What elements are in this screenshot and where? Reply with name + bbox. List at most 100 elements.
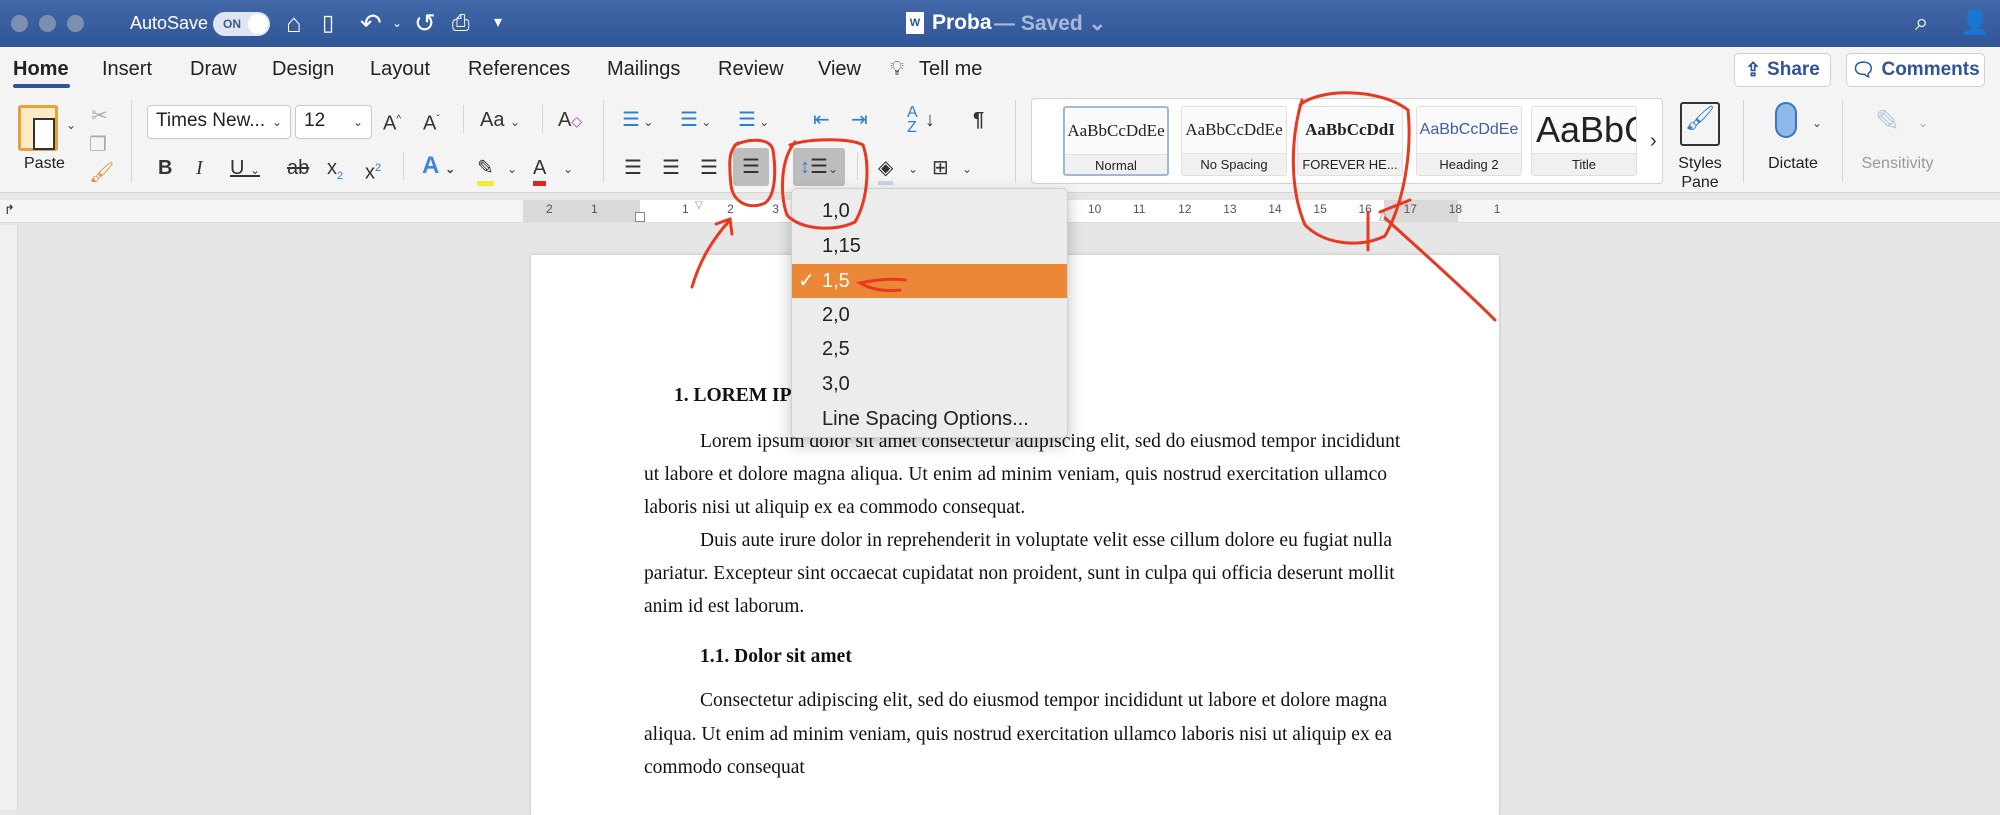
borders-icon[interactable]: ⊞ xyxy=(932,155,949,181)
para3-line3[interactable]: commodo consequat xyxy=(644,757,805,779)
autosave-toggle[interactable]: ON xyxy=(213,12,270,36)
tab-references[interactable]: References xyxy=(468,58,570,81)
ruler-left-margin xyxy=(523,200,640,222)
justify-button[interactable]: ☰ xyxy=(733,148,769,186)
menu-item-2-5[interactable]: 2,5 xyxy=(792,332,1067,366)
para1-line2[interactable]: ut labore et dolore magna aliqua. Ut eni… xyxy=(644,464,1387,486)
dictate-chevron-icon[interactable]: ⌄ xyxy=(1812,116,1822,130)
tab-insert[interactable]: Insert xyxy=(102,58,152,81)
underline-icon[interactable]: U ⌄ xyxy=(230,155,260,183)
search-icon[interactable]: ⌕ xyxy=(1915,8,1928,38)
para3-line2[interactable]: aliqua. Ut enim ad minim veniam, quis no… xyxy=(644,724,1392,746)
bold-icon[interactable]: B xyxy=(158,155,172,181)
font-color-chevron-icon[interactable]: ⌄ xyxy=(563,162,573,176)
menu-item-3-0[interactable]: 3,0 xyxy=(792,367,1067,401)
undo-icon[interactable]: ↶ xyxy=(360,8,382,38)
para3-line1[interactable]: Consectetur adipiscing elit, sed do eius… xyxy=(644,690,1387,712)
bullets-icon[interactable]: ☰ ⌄ xyxy=(622,107,653,135)
grow-font-icon[interactable]: A^ xyxy=(383,107,401,137)
shading-chevron-icon[interactable]: ⌄ xyxy=(908,162,918,176)
menu-item-2-0[interactable]: 2,0 xyxy=(792,298,1067,332)
tab-review[interactable]: Review xyxy=(718,58,784,81)
tell-me-search[interactable]: Tell me xyxy=(919,58,982,81)
menu-item-1-15[interactable]: 1,15 xyxy=(792,229,1067,263)
paste-icon[interactable] xyxy=(18,105,58,151)
strikethrough-icon[interactable]: ab xyxy=(287,155,309,181)
menu-item-1-5[interactable]: ✓ 1,5 xyxy=(792,264,1067,298)
comments-button[interactable]: 🗨︎ Comments xyxy=(1846,53,1985,87)
superscript-icon[interactable]: x2 xyxy=(365,155,381,186)
close-window-button[interactable] xyxy=(11,15,28,32)
zoom-window-button[interactable] xyxy=(67,15,84,32)
paste-chevron-icon[interactable]: ⌄ xyxy=(66,118,76,132)
home-icon[interactable]: ⌂ xyxy=(286,8,302,38)
style-title[interactable]: AaBbCTitle xyxy=(1531,106,1637,176)
undo-chevron-icon[interactable]: ⌄ xyxy=(392,8,402,38)
customize-toolbar-icon[interactable]: ▾ xyxy=(494,8,502,38)
highlight-chevron-icon[interactable]: ⌄ xyxy=(507,162,517,176)
styles-pane-icon[interactable]: 🖌︎ xyxy=(1680,102,1720,146)
tab-layout[interactable]: Layout xyxy=(370,58,430,81)
shading-icon[interactable]: ◈ xyxy=(878,155,894,185)
copy-icon[interactable]: ❐ xyxy=(89,132,107,158)
sort-icon[interactable]: AZ xyxy=(907,105,918,136)
line-spacing-button[interactable]: ↕☰⌄ xyxy=(793,148,845,186)
saved-status[interactable]: — Saved ⌄ xyxy=(994,11,1106,36)
tab-view[interactable]: View xyxy=(818,58,861,81)
right-indent-marker[interactable]: △ xyxy=(1379,208,1388,222)
divider xyxy=(131,100,132,182)
increase-indent-icon[interactable]: ⇥ xyxy=(851,107,868,133)
align-right-icon[interactable]: ☰ xyxy=(700,155,718,181)
para2-line1[interactable]: Duis aute irure dolor in reprehenderit i… xyxy=(644,530,1392,552)
numbering-icon[interactable]: ☰ ⌄ xyxy=(680,107,711,135)
microphone-icon[interactable] xyxy=(1775,102,1797,138)
style-forever-heading[interactable]: AaBbCcDdI FOREVER HE... xyxy=(1297,106,1403,176)
font-name-dropdown[interactable]: Times New... ⌄ xyxy=(147,105,291,139)
style-heading-2[interactable]: AaBbCcDdEe Heading 2 xyxy=(1416,106,1522,176)
styles-pane-button[interactable]: Styles Pane xyxy=(1668,154,1732,192)
clear-formatting-icon[interactable]: A◇ xyxy=(558,107,582,134)
shrink-font-icon[interactable]: Aˇ xyxy=(423,107,440,137)
multilevel-list-icon[interactable]: ☰ ⌄ xyxy=(738,107,769,135)
tab-draw[interactable]: Draw xyxy=(190,58,237,81)
heading-1-1[interactable]: 1.1. Dolor sit amet xyxy=(700,646,852,668)
style-no-spacing[interactable]: AaBbCcDdEe No Spacing xyxy=(1181,106,1287,176)
ruler-number: 14 xyxy=(1268,202,1282,216)
tab-design[interactable]: Design xyxy=(272,58,334,81)
ruler-number: 12 xyxy=(1178,202,1192,216)
tab-mailings[interactable]: Mailings xyxy=(607,58,680,81)
text-effects-icon[interactable]: A ⌄ xyxy=(422,153,455,182)
redo-icon[interactable]: ↺ xyxy=(414,8,436,38)
italic-icon[interactable]: I xyxy=(196,155,203,181)
borders-chevron-icon[interactable]: ⌄ xyxy=(962,162,972,176)
save-sync-icon[interactable]: ▯ xyxy=(322,8,334,38)
font-color-icon[interactable]: A xyxy=(533,155,547,186)
para2-line2[interactable]: pariatur. Excepteur sint occaecat cupida… xyxy=(644,563,1395,585)
first-line-indent-marker[interactable]: ▽ xyxy=(695,200,703,211)
share-button[interactable]: ⇪ Share xyxy=(1734,53,1831,87)
decrease-indent-icon[interactable]: ⇤ xyxy=(813,107,830,133)
tab-home[interactable]: Home xyxy=(13,58,69,81)
align-left-icon[interactable]: ☰ xyxy=(624,155,642,181)
tab-selector-icon[interactable]: ↱ xyxy=(4,202,15,218)
minimize-window-button[interactable] xyxy=(39,15,56,32)
cut-icon[interactable]: ✂ xyxy=(91,103,108,129)
format-painter-icon[interactable]: 🖌︎ xyxy=(89,160,114,186)
menu-item-1-0[interactable]: 1,0 xyxy=(792,194,1067,228)
show-formatting-icon[interactable]: ¶ xyxy=(973,107,984,133)
left-indent-marker[interactable] xyxy=(635,212,645,222)
autosave-label: AutoSave xyxy=(130,13,209,33)
dictate-button[interactable]: Dictate xyxy=(1758,154,1828,173)
gallery-next-icon[interactable]: › xyxy=(1650,128,1657,154)
change-case-icon[interactable]: Aa ⌄ xyxy=(480,107,520,135)
style-normal[interactable]: AaBbCcDdEe Normal xyxy=(1063,106,1169,176)
font-size-dropdown[interactable]: 12 ⌄ xyxy=(295,105,372,139)
subscript-icon[interactable]: x2 xyxy=(327,155,343,189)
align-center-icon[interactable]: ☰ xyxy=(662,155,680,181)
highlight-icon[interactable]: ✎ xyxy=(477,155,494,186)
para1-line3[interactable]: laboris nisi ut aliquip ex ea commodo co… xyxy=(644,497,1025,519)
para2-line3[interactable]: anim id est laborum. xyxy=(644,596,804,618)
line-spacing-options[interactable]: Line Spacing Options... xyxy=(792,402,1067,436)
collaborate-icon[interactable]: 👤 xyxy=(1960,8,1990,38)
print-icon[interactable]: ⎙ xyxy=(452,8,470,38)
